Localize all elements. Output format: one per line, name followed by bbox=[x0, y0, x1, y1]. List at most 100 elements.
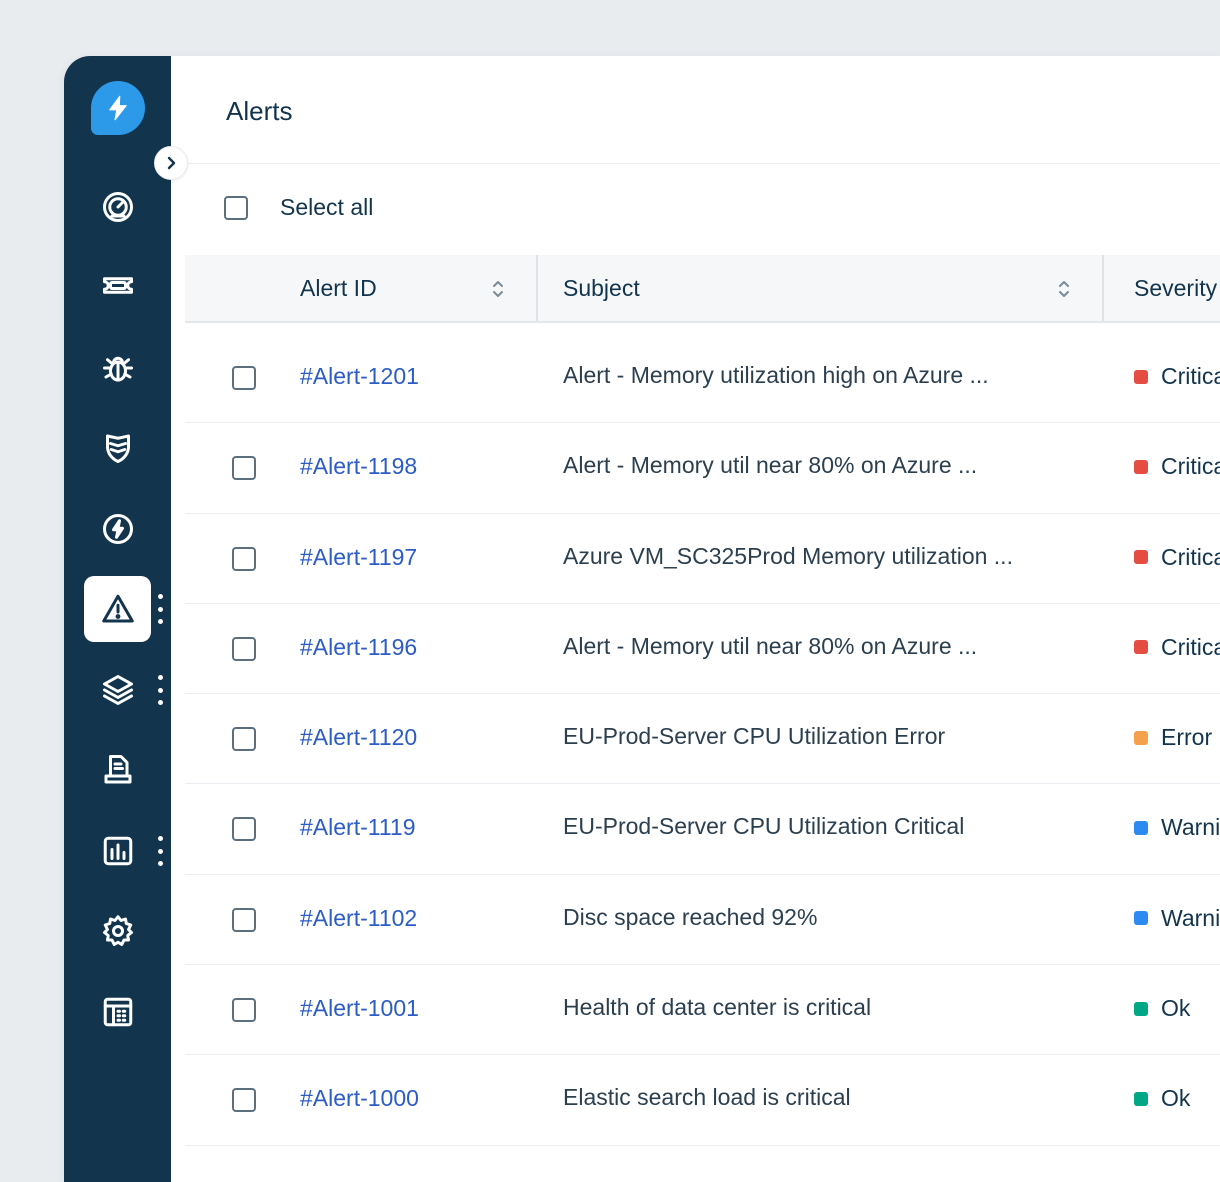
sidebar-item-alerts[interactable] bbox=[84, 576, 151, 642]
main-content: Alerts Select all Alert ID Subject Sever… bbox=[171, 56, 1220, 1182]
table-header: Alert ID Subject Severity bbox=[185, 255, 1220, 323]
severity-label: Ok bbox=[1161, 995, 1191, 1022]
severity-indicator bbox=[1134, 820, 1148, 835]
column-header-subject[interactable]: Subject bbox=[563, 255, 640, 321]
table-row[interactable]: #Alert-1001 Health of data center is crit… bbox=[185, 965, 1220, 1056]
alert-id-link[interactable]: #Alert-1000 bbox=[300, 1085, 419, 1112]
alerts-table-body: #Alert-1201 Alert - Memory utilization hi… bbox=[185, 333, 1220, 1146]
sidebar-item-tickets[interactable] bbox=[84, 254, 151, 320]
table-row[interactable]: #Alert-1201 Alert - Memory utilization hi… bbox=[185, 333, 1220, 424]
sidebar-item-analytics[interactable] bbox=[84, 818, 151, 884]
alert-subject: Health of data center is critical bbox=[563, 994, 872, 1021]
row-checkbox[interactable] bbox=[232, 366, 256, 390]
alert-subject: Disc space reached 92% bbox=[563, 903, 818, 930]
severity-indicator bbox=[1134, 459, 1148, 474]
warning-icon bbox=[101, 594, 134, 623]
chevron-right-icon bbox=[167, 156, 176, 170]
table-row[interactable]: #Alert-1119 EU-Prod-Server CPU Utilizatio… bbox=[185, 784, 1220, 875]
alert-id-link[interactable]: #Alert-1120 bbox=[300, 724, 417, 751]
row-checkbox[interactable] bbox=[232, 998, 256, 1023]
severity-badge: Critical bbox=[1134, 363, 1220, 390]
column-divider[interactable] bbox=[1102, 255, 1104, 321]
column-header-severity[interactable]: Severity bbox=[1134, 255, 1217, 321]
alerts-more-handle[interactable] bbox=[157, 594, 163, 624]
table-row[interactable]: #Alert-1102 Disc space reached 92% Warning bbox=[185, 875, 1220, 966]
layers-icon bbox=[102, 675, 133, 705]
row-checkbox[interactable] bbox=[232, 636, 256, 661]
table-row[interactable]: #Alert-1196 Alert - Memory util near 80% … bbox=[185, 604, 1220, 695]
logo[interactable] bbox=[91, 81, 145, 135]
sidebar-item-releases[interactable] bbox=[84, 496, 151, 562]
sort-subject-icon[interactable] bbox=[1056, 277, 1072, 301]
alert-id-link[interactable]: #Alert-1198 bbox=[300, 453, 417, 480]
severity-badge: Ok bbox=[1134, 1085, 1190, 1112]
row-checkbox[interactable] bbox=[232, 907, 256, 932]
severity-indicator bbox=[1134, 1001, 1148, 1016]
table-row[interactable]: #Alert-1000 Elastic search load is critic… bbox=[185, 1055, 1220, 1146]
column-header-alert-id[interactable]: Alert ID bbox=[300, 255, 377, 321]
bar-chart-icon bbox=[103, 836, 132, 866]
sidebar-item-admin[interactable] bbox=[84, 898, 151, 964]
row-checkbox[interactable] bbox=[232, 1088, 256, 1113]
severity-indicator bbox=[1134, 911, 1148, 926]
table-row[interactable]: #Alert-1197 Azure VM_SC325Prod Memory uti… bbox=[185, 514, 1220, 604]
severity-badge: Ok bbox=[1134, 995, 1190, 1022]
table-row[interactable]: #Alert-1198 Alert - Memory util near 80% … bbox=[185, 423, 1220, 514]
row-checkbox[interactable] bbox=[232, 817, 256, 842]
bolt-circle-icon bbox=[102, 514, 133, 544]
severity-label: Critical bbox=[1161, 543, 1220, 570]
severity-label: Ok bbox=[1161, 1085, 1191, 1112]
severity-badge: Critical bbox=[1134, 453, 1220, 480]
app-window: Alerts Select all Alert ID Subject Sever… bbox=[64, 56, 1220, 1182]
select-all-control[interactable]: Select all bbox=[224, 194, 373, 221]
sidebar-item-calendar[interactable] bbox=[84, 979, 151, 1045]
severity-indicator bbox=[1134, 730, 1148, 745]
alert-id-link[interactable]: #Alert-1119 bbox=[300, 814, 416, 841]
sidebar-item-dashboard[interactable] bbox=[84, 174, 151, 240]
select-all-checkbox[interactable] bbox=[224, 195, 248, 220]
gauge-icon bbox=[102, 192, 133, 222]
alert-subject: Elastic search load is critical bbox=[563, 1084, 851, 1111]
severity-badge: Warning bbox=[1134, 905, 1220, 932]
alert-subject: Alert - Memory util near 80% on Azure ..… bbox=[563, 632, 978, 659]
sort-alert-id-icon[interactable] bbox=[490, 277, 506, 301]
select-all-label: Select all bbox=[280, 194, 374, 220]
severity-badge: Warning bbox=[1134, 814, 1220, 841]
sidebar-expand-button[interactable] bbox=[154, 146, 188, 180]
row-checkbox[interactable] bbox=[232, 546, 256, 571]
alert-id-link[interactable]: #Alert-1197 bbox=[300, 544, 417, 571]
sidebar-item-changes[interactable] bbox=[84, 415, 151, 481]
alert-id-link[interactable]: #Alert-1201 bbox=[300, 363, 419, 390]
ticket-icon bbox=[102, 277, 133, 294]
severity-label: Error bbox=[1161, 724, 1213, 751]
page-title: Alerts bbox=[226, 96, 293, 126]
row-checkbox[interactable] bbox=[232, 727, 256, 752]
column-divider[interactable] bbox=[536, 255, 538, 321]
severity-indicator bbox=[1134, 1091, 1148, 1106]
analytics-more-handle[interactable] bbox=[157, 836, 163, 866]
lightning-bolt-icon bbox=[109, 95, 127, 121]
severity-indicator bbox=[1134, 640, 1148, 655]
alert-subject: EU-Prod-Server CPU Utilization Error bbox=[563, 723, 946, 750]
document-icon bbox=[104, 755, 131, 784]
sidebar-item-assets[interactable] bbox=[84, 657, 151, 723]
alert-id-link[interactable]: #Alert-1196 bbox=[300, 634, 417, 661]
sidebar-item-problems[interactable] bbox=[84, 335, 151, 401]
severity-label: Warning bbox=[1161, 814, 1220, 841]
severity-indicator bbox=[1134, 550, 1148, 565]
severity-label: Critical bbox=[1161, 363, 1220, 389]
alert-subject: Azure VM_SC325Prod Memory utilization ..… bbox=[563, 542, 1013, 569]
page-header: Alerts bbox=[171, 56, 1220, 164]
assets-more-handle[interactable] bbox=[157, 675, 163, 705]
severity-label: Critical bbox=[1161, 453, 1220, 480]
severity-label: Critical bbox=[1161, 633, 1220, 660]
alert-subject: Alert - Memory util near 80% on Azure ..… bbox=[563, 452, 978, 479]
calendar-icon bbox=[103, 997, 132, 1027]
severity-badge: Critical bbox=[1134, 544, 1220, 571]
sidebar-item-solutions[interactable] bbox=[84, 737, 151, 803]
alert-id-link[interactable]: #Alert-1001 bbox=[300, 995, 419, 1022]
table-row[interactable]: #Alert-1120 EU-Prod-Server CPU Utilizatio… bbox=[185, 694, 1220, 785]
row-checkbox[interactable] bbox=[232, 456, 256, 481]
alert-id-link[interactable]: #Alert-1102 bbox=[300, 905, 417, 932]
alert-subject: Alert - Memory utilization high on Azure… bbox=[563, 362, 989, 388]
